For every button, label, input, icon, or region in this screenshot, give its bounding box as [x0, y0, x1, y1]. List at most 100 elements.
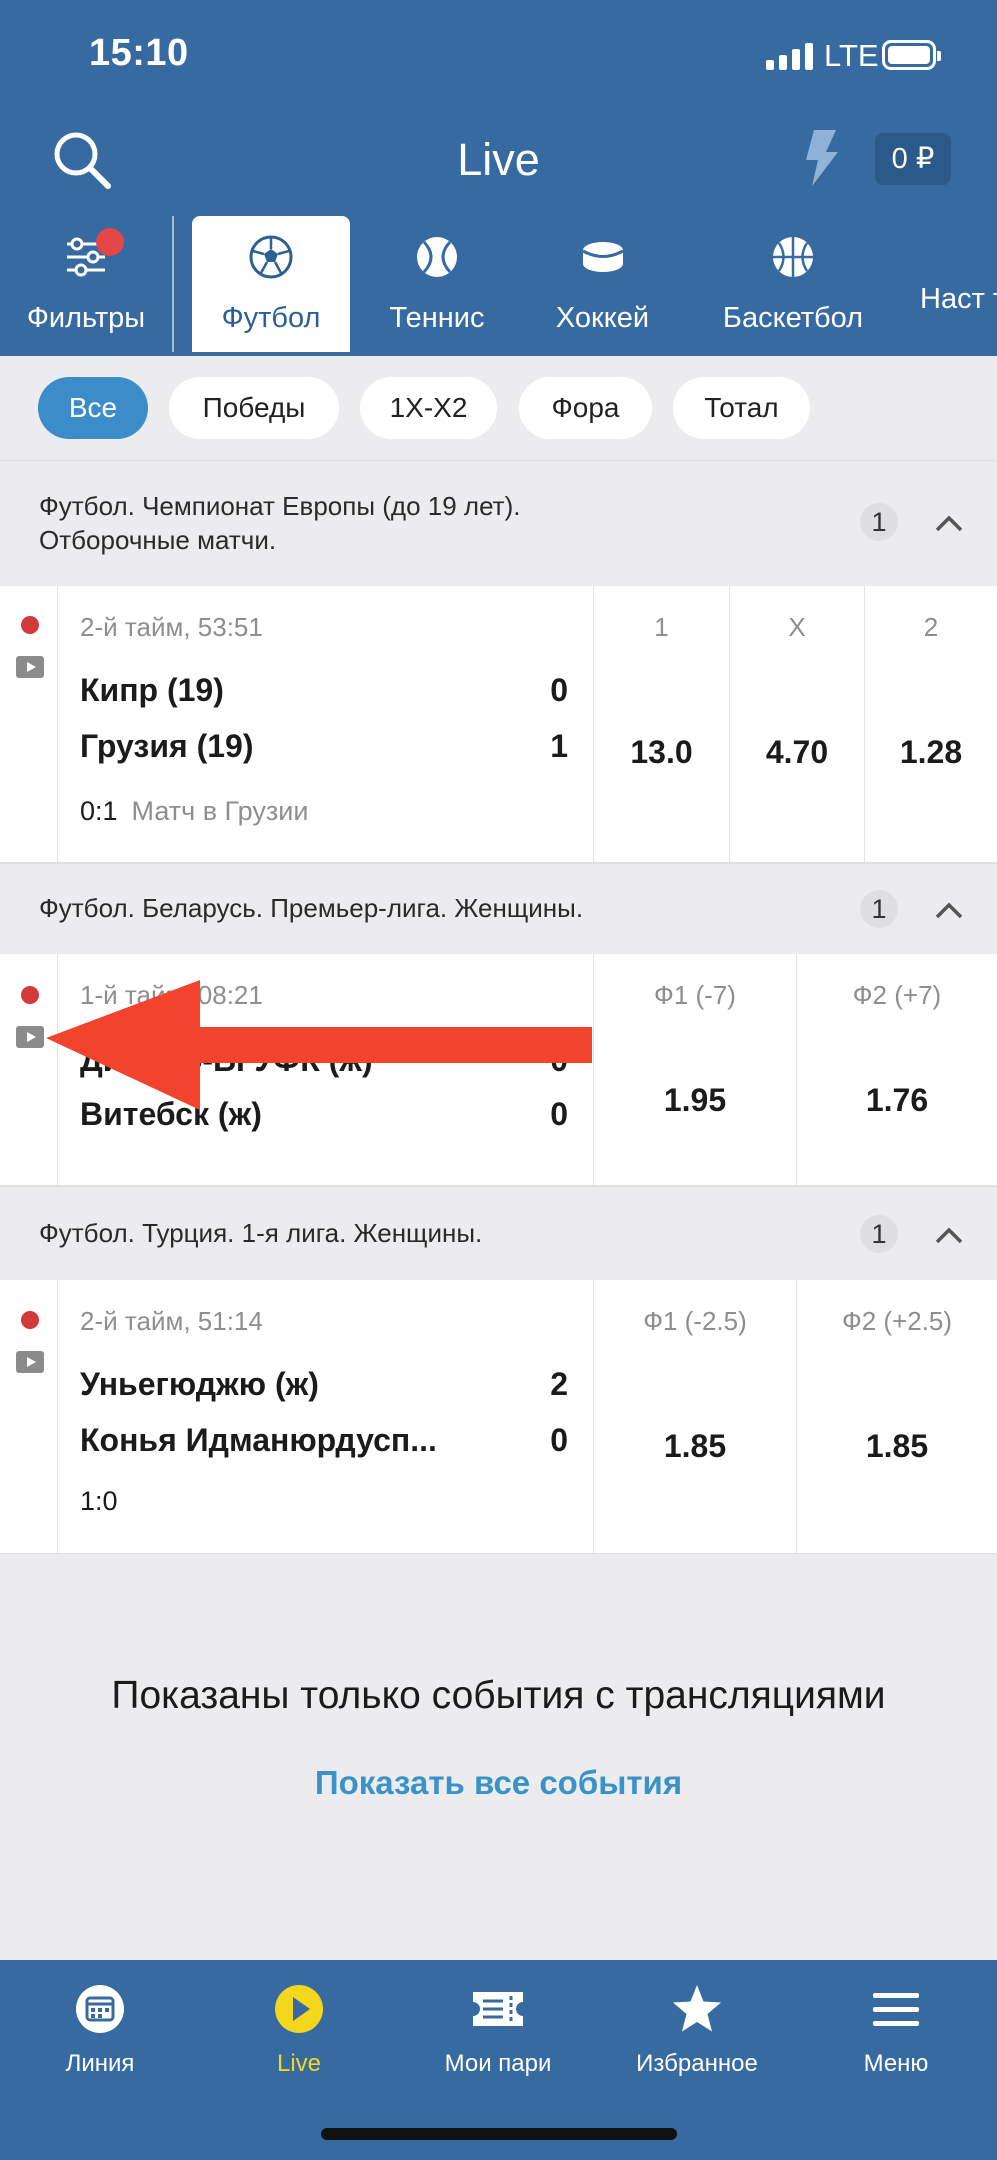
- tab-my-bets[interactable]: Мои пари: [398, 1982, 598, 2078]
- status-time: 15:10: [89, 32, 189, 74]
- sports-tabs: Фильтры Футбол Теннис Хоккей Баскетбол Н…: [0, 216, 997, 356]
- chip-handicap[interactable]: Фора: [519, 377, 652, 439]
- menu-icon: [873, 1993, 919, 2026]
- match-extra-info: 0:1 Матч в Грузии: [80, 796, 308, 827]
- tab-menu[interactable]: Меню: [796, 1982, 996, 2078]
- odds-cell[interactable]: 2 1.28: [864, 586, 997, 862]
- match-status-column: [0, 586, 58, 862]
- score-home: 0: [550, 672, 568, 708]
- chevron-up-icon[interactable]: [934, 513, 964, 533]
- tab-live[interactable]: Live: [199, 1982, 399, 2078]
- tab-tennis[interactable]: Теннис: [362, 216, 512, 352]
- odds-label: 2: [923, 612, 939, 642]
- tab-label: Линия: [65, 2050, 135, 2077]
- odds-label: Ф1 (-7): [654, 980, 736, 1010]
- odds-cell[interactable]: Ф2 (+7) 1.76: [796, 954, 997, 1185]
- red-arrow-annotation: [46, 980, 592, 1110]
- league-title: Футбол. Чемпионат Европы (до 19 лет). От…: [39, 489, 520, 557]
- chevron-up-icon[interactable]: [934, 1225, 964, 1245]
- balance-button[interactable]: 0 ₽: [875, 133, 951, 185]
- chip-total[interactable]: Тотал: [673, 377, 810, 439]
- calendar-icon: [76, 1985, 124, 2033]
- team-away: Грузия (19): [80, 728, 254, 764]
- tab-label: Меню: [863, 2050, 929, 2077]
- half-score: 0:1: [80, 796, 118, 826]
- odds-label: Ф1 (-2.5): [643, 1306, 747, 1336]
- tab-label: Live: [276, 2050, 322, 2077]
- event-count-badge: 1: [860, 890, 898, 928]
- odds-value: 1.76: [865, 1082, 929, 1118]
- tab-line[interactable]: Линия: [0, 1982, 200, 2078]
- show-all-events-link[interactable]: Показать все события: [0, 1764, 997, 1802]
- event-count-badge: 1: [860, 1215, 898, 1253]
- tab-settings[interactable]: Наст те: [920, 216, 997, 352]
- odds-cell[interactable]: Ф2 (+2.5) 1.85: [796, 1280, 997, 1553]
- odds-cell[interactable]: X 4.70: [729, 586, 864, 862]
- score-away: 0: [550, 1422, 568, 1458]
- tab-label: Мои пари: [444, 2050, 552, 2077]
- match-note: Матч в Грузии: [131, 796, 309, 826]
- tennis-icon: [417, 237, 457, 277]
- league-header[interactable]: Футбол. Турция. 1-я лига. Женщины. 1: [0, 1186, 997, 1280]
- team-away: Конья Идманюрдусп...: [80, 1422, 437, 1458]
- chevron-up-icon[interactable]: [934, 900, 964, 920]
- odds-label: Ф2 (+2.5): [841, 1306, 953, 1336]
- tab-hockey[interactable]: Хоккей: [530, 216, 675, 352]
- chip-all[interactable]: Все: [38, 377, 148, 439]
- divider: [172, 216, 174, 352]
- filters-button[interactable]: Фильтры: [0, 216, 172, 352]
- odds-label: X: [788, 612, 806, 642]
- odds-value: 4.70: [765, 734, 829, 770]
- league-header[interactable]: Футбол. Чемпионат Европы (до 19 лет). От…: [0, 460, 997, 586]
- tab-basketball[interactable]: Баскетбол: [700, 216, 886, 352]
- app-header: 15:10 LTE Live 0 ₽ Фильтры Футбол Теннис…: [0, 0, 997, 356]
- team-home: Уньегюджю (ж): [80, 1366, 319, 1402]
- odds-label: 1: [654, 612, 669, 642]
- league-header[interactable]: Футбол. Беларусь. Премьер-лига. Женщины.…: [0, 863, 997, 954]
- match-time: 2-й тайм, 53:51: [80, 612, 263, 642]
- ticket-icon: [473, 1992, 523, 2026]
- page-title: Live: [457, 134, 540, 185]
- football-icon: [249, 235, 293, 279]
- match-row[interactable]: 2-й тайм, 53:51 Кипр (19) 0 Грузия (19) …: [0, 586, 997, 863]
- odds-cell[interactable]: Ф1 (-2.5) 1.85: [593, 1280, 796, 1553]
- info-text: Показаны только события с трансляциями: [111, 1674, 886, 1717]
- notification-dot: [96, 228, 124, 256]
- tab-football[interactable]: Футбол: [192, 216, 350, 352]
- tab-label: Наст те: [920, 283, 997, 315]
- score-home: 2: [550, 1366, 568, 1402]
- tab-favorites[interactable]: Избранное: [597, 1982, 797, 2078]
- tab-label: Баскетбол: [722, 302, 864, 334]
- odds-value: 13.0: [630, 734, 693, 770]
- league-title-line: Футбол. Чемпионат Европы (до 19 лет).: [39, 491, 521, 521]
- odds-value: 1.95: [663, 1082, 727, 1118]
- market-filter-chips: Все Победы 1X-X2 Фора Тотал: [0, 356, 997, 460]
- league-title: Футбол. Турция. 1-я лига. Женщины.: [39, 1218, 483, 1248]
- play-icon: [275, 1985, 323, 2033]
- match-status-column: [0, 1280, 58, 1553]
- score-away: 1: [550, 728, 568, 764]
- half-score: 1:0: [80, 1486, 118, 1516]
- odds-value: 1.85: [663, 1428, 727, 1464]
- odds-cell[interactable]: Ф1 (-7) 1.95: [593, 954, 796, 1185]
- tab-label: Хоккей: [555, 302, 650, 334]
- video-icon[interactable]: [16, 656, 44, 678]
- tab-label: Фильтры: [26, 302, 146, 334]
- basketball-icon: [773, 237, 813, 277]
- home-indicator[interactable]: [321, 2128, 677, 2140]
- lightning-icon[interactable]: [800, 128, 844, 188]
- event-count-badge: 1: [860, 503, 898, 541]
- video-icon[interactable]: [16, 1351, 44, 1373]
- chip-double-chance[interactable]: 1X-X2: [360, 377, 497, 439]
- match-row[interactable]: 2-й тайм, 51:14 Уньегюджю (ж) 2 Конья Ид…: [0, 1280, 997, 1554]
- league-title-line: Отборочные матчи.: [39, 525, 277, 555]
- tab-label: Теннис: [389, 302, 485, 334]
- league-title: Футбол. Беларусь. Премьер-лига. Женщины.: [39, 893, 584, 923]
- chip-wins[interactable]: Победы: [169, 377, 339, 439]
- live-indicator: [21, 1311, 39, 1329]
- star-icon: [673, 1985, 721, 2032]
- odds-cell[interactable]: 1 13.0: [593, 586, 729, 862]
- tab-label: Избранное: [636, 2050, 758, 2077]
- odds-label: Ф2 (+7): [852, 980, 942, 1010]
- signal-icon: [766, 42, 813, 70]
